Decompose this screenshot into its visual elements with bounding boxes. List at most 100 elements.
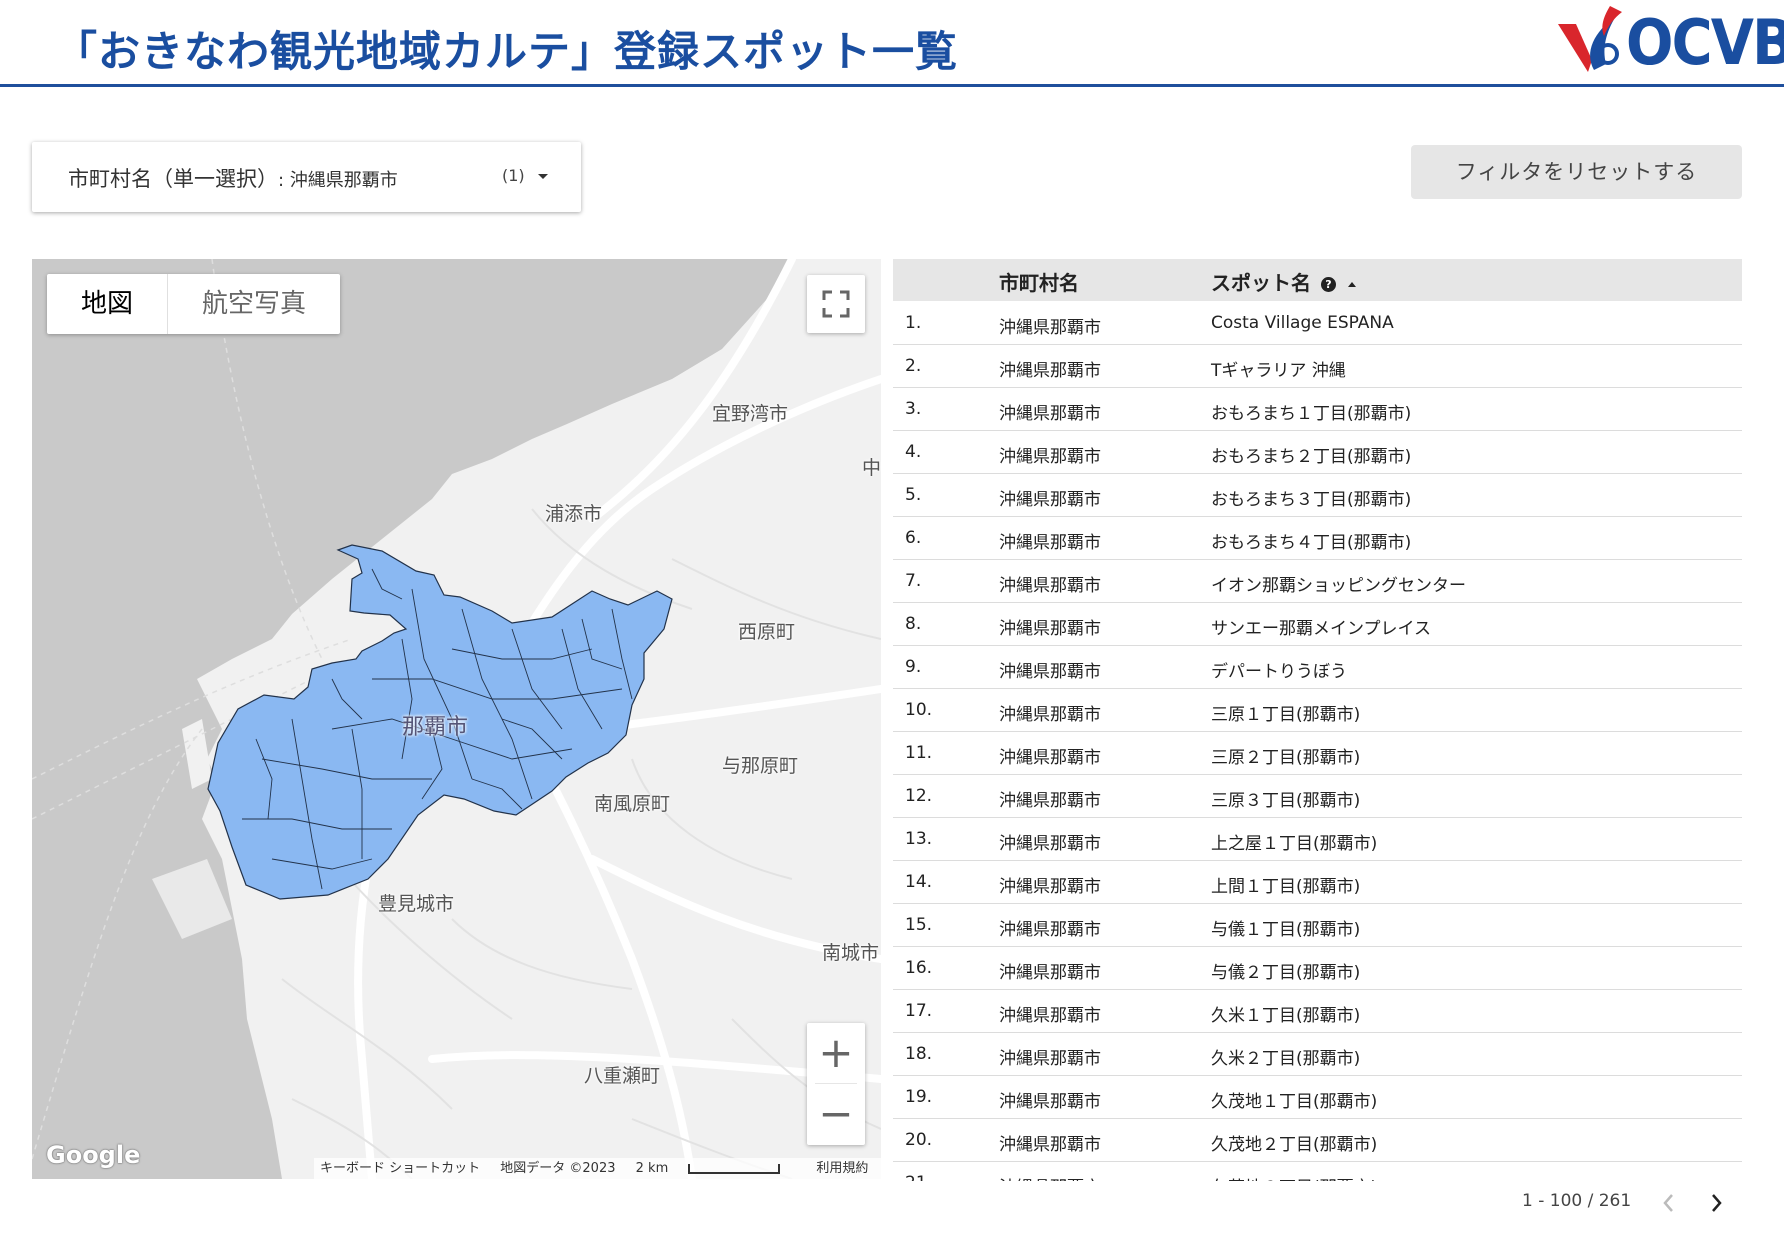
- table-row[interactable]: 16. 沖縄県那覇市 与儀２丁目(那覇市): [893, 947, 1742, 990]
- table-row[interactable]: 11. 沖縄県那覇市 三原２丁目(那覇市): [893, 732, 1742, 775]
- map-type-map-button[interactable]: 地図: [47, 274, 169, 334]
- spot-table: 市町村名 スポット名? 1. 沖縄県那覇市 Costa Village ESPANA…: [893, 259, 1742, 1181]
- table-header: 市町村名 スポット名?: [893, 259, 1742, 301]
- map-label-yonabaru: 与那原町: [722, 755, 799, 777]
- row-municipality: 沖縄県那覇市: [999, 533, 1101, 553]
- row-municipality: 沖縄県那覇市: [999, 1135, 1101, 1155]
- row-municipality: 沖縄県那覇市: [999, 963, 1101, 983]
- ocvb-emblem-icon: [1558, 6, 1622, 72]
- row-number: 11.: [905, 743, 933, 763]
- filter-label-group: 市町村名（単一選択）: 沖縄県那覇市: [68, 163, 398, 193]
- row-spot-name: おもろまち１丁目(那覇市): [1211, 404, 1412, 424]
- previous-page-button[interactable]: [1658, 1190, 1678, 1216]
- map-label-nanjo: 南城市: [822, 942, 880, 964]
- row-spot-name: 久米２丁目(那覇市): [1211, 1049, 1361, 1069]
- map-label-naha: 那覇市: [402, 715, 469, 740]
- next-page-button[interactable]: [1707, 1190, 1727, 1216]
- table-row[interactable]: 2. 沖縄県那覇市 Tギャラリア 沖縄: [893, 345, 1742, 388]
- table-row[interactable]: 7. 沖縄県那覇市 イオン那覇ショッピングセンター: [893, 560, 1742, 603]
- google-logo: Google: [46, 1141, 141, 1169]
- table-row[interactable]: 19. 沖縄県那覇市 久茂地１丁目(那覇市): [893, 1076, 1742, 1119]
- municipality-filter-dropdown[interactable]: 市町村名（単一選択）: 沖縄県那覇市 (1): [32, 142, 581, 212]
- row-spot-name: 上之屋１丁目(那覇市): [1211, 834, 1378, 854]
- filter-label: 市町村名（単一選択）: [68, 167, 278, 191]
- row-number: 20.: [905, 1130, 933, 1150]
- column-header-municipality[interactable]: 市町村名: [999, 267, 1079, 296]
- map-label-haebaru: 南風原町: [594, 793, 671, 815]
- terms-link[interactable]: 利用規約: [816, 1161, 868, 1176]
- table-row[interactable]: 5. 沖縄県那覇市 おもろまち３丁目(那覇市): [893, 474, 1742, 517]
- column-header-spot-label: スポット名: [1211, 271, 1311, 295]
- row-number: 6.: [905, 528, 922, 548]
- table-row[interactable]: 17. 沖縄県那覇市 久米１丁目(那覇市): [893, 990, 1742, 1033]
- table-row[interactable]: 21. 沖縄県那覇市 久茂地３丁目(那覇市): [893, 1162, 1742, 1181]
- table-row[interactable]: 15. 沖縄県那覇市 与儀１丁目(那覇市): [893, 904, 1742, 947]
- table-row[interactable]: 9. 沖縄県那覇市 デパートりうぼう: [893, 646, 1742, 689]
- fullscreen-button[interactable]: [807, 275, 865, 333]
- scale-text: 2 km: [636, 1161, 797, 1176]
- row-spot-name: 三原１丁目(那覇市): [1211, 705, 1361, 725]
- table-row[interactable]: 20. 沖縄県那覇市 久茂地２丁目(那覇市): [893, 1119, 1742, 1162]
- help-icon[interactable]: ?: [1321, 277, 1336, 292]
- table-row[interactable]: 13. 沖縄県那覇市 上之屋１丁目(那覇市): [893, 818, 1742, 861]
- column-header-spot[interactable]: スポット名?: [1211, 267, 1356, 296]
- row-number: 12.: [905, 786, 933, 806]
- row-municipality: 沖縄県那覇市: [999, 361, 1101, 381]
- table-row[interactable]: 12. 沖縄県那覇市 三原３丁目(那覇市): [893, 775, 1742, 818]
- map-label-yaese: 八重瀬町: [584, 1065, 661, 1087]
- row-municipality: 沖縄県那覇市: [999, 920, 1101, 940]
- row-spot-name: 久茂地１丁目(那覇市): [1211, 1092, 1378, 1112]
- row-spot-name: デパートりうぼう: [1211, 662, 1347, 682]
- map-label-ginowan: 宜野湾市: [712, 403, 789, 425]
- row-spot-name: 三原２丁目(那覇市): [1211, 748, 1361, 768]
- table-row[interactable]: 14. 沖縄県那覇市 上間１丁目(那覇市): [893, 861, 1742, 904]
- row-number: 17.: [905, 1001, 933, 1021]
- table-row[interactable]: 1. 沖縄県那覇市 Costa Village ESPANA: [893, 302, 1742, 345]
- row-municipality: 沖縄県那覇市: [999, 318, 1101, 338]
- map-type-satellite-button[interactable]: 航空写真: [168, 274, 340, 334]
- map-data-text: 地図データ ©2023: [500, 1161, 616, 1176]
- row-municipality: 沖縄県那覇市: [999, 791, 1101, 811]
- map-view[interactable]: 地図 航空写真 宜野湾市 中 浦添市 西原町 那覇市 与那原町 南風原町 豊見城…: [32, 259, 881, 1179]
- row-municipality: 沖縄県那覇市: [999, 748, 1101, 768]
- row-number: 5.: [905, 485, 922, 505]
- scale-label: 2 km: [635, 1161, 669, 1176]
- row-spot-name: 久茂地３丁目(那覇市): [1211, 1173, 1377, 1181]
- row-spot-name: 三原３丁目(那覇市): [1211, 791, 1361, 811]
- table-row[interactable]: 6. 沖縄県那覇市 おもろまち４丁目(那覇市): [893, 517, 1742, 560]
- reset-filter-button[interactable]: フィルタをリセットする: [1411, 145, 1742, 199]
- row-municipality: 沖縄県那覇市: [999, 404, 1101, 424]
- row-spot-name: サンエー那覇メインプレイス: [1211, 619, 1431, 639]
- row-spot-name: 久茂地２丁目(那覇市): [1211, 1135, 1378, 1155]
- map-label-urasoe: 浦添市: [545, 503, 603, 525]
- zoom-in-button[interactable]: +: [807, 1023, 865, 1083]
- keyboard-shortcuts-link[interactable]: キーボード ショートカット: [320, 1161, 480, 1176]
- row-municipality: 沖縄県那覇市: [999, 1006, 1101, 1026]
- row-municipality: 沖縄県那覇市: [999, 877, 1101, 897]
- row-number: 13.: [905, 829, 933, 849]
- row-spot-name: イオン那覇ショッピングセンター: [1211, 576, 1466, 596]
- row-spot-name: Tギャラリア 沖縄: [1211, 361, 1346, 381]
- row-number: 19.: [905, 1087, 933, 1107]
- row-number: 7.: [905, 571, 922, 591]
- row-number: 1.: [905, 313, 922, 333]
- table-row[interactable]: 8. 沖縄県那覇市 サンエー那覇メインプレイス: [893, 603, 1742, 646]
- table-row[interactable]: 10. 沖縄県那覇市 三原１丁目(那覇市): [893, 689, 1742, 732]
- row-spot-name: 上間１丁目(那覇市): [1211, 877, 1361, 897]
- filter-value: : 沖縄県那覇市: [278, 170, 398, 191]
- row-number: 3.: [905, 399, 922, 419]
- row-municipality: 沖縄県那覇市: [999, 576, 1101, 596]
- map-type-control: 地図 航空写真: [47, 274, 341, 334]
- row-municipality: 沖縄県那覇市: [999, 1049, 1101, 1069]
- table-row[interactable]: 4. 沖縄県那覇市 おもろまち２丁目(那覇市): [893, 431, 1742, 474]
- row-number: 2.: [905, 356, 922, 376]
- fullscreen-icon: [822, 290, 850, 318]
- row-spot-name: おもろまち４丁目(那覇市): [1211, 533, 1412, 553]
- row-spot-name: 与儀１丁目(那覇市): [1211, 920, 1361, 940]
- row-municipality: 沖縄県那覇市: [999, 1092, 1101, 1112]
- map-attribution: キーボード ショートカット 地図データ ©2023 2 km 利用規約: [314, 1158, 881, 1179]
- table-row[interactable]: 3. 沖縄県那覇市 おもろまち１丁目(那覇市): [893, 388, 1742, 431]
- zoom-out-button[interactable]: −: [807, 1084, 865, 1144]
- row-municipality: 沖縄県那覇市: [999, 834, 1101, 854]
- table-row[interactable]: 18. 沖縄県那覇市 久米２丁目(那覇市): [893, 1033, 1742, 1076]
